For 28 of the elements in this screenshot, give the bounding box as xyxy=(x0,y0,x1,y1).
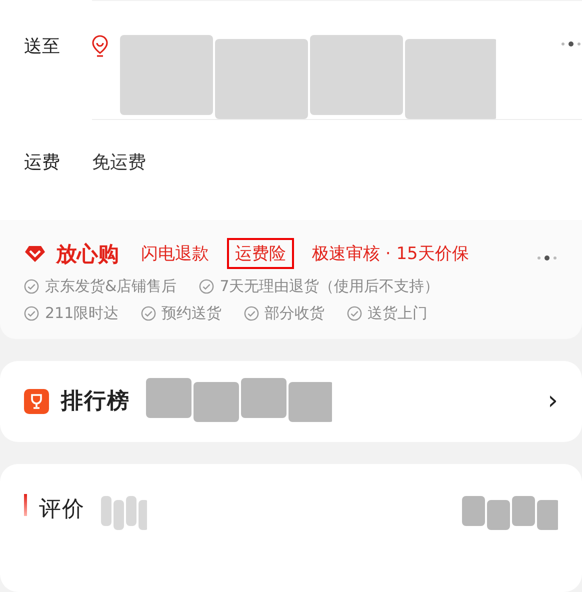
check-circle-icon xyxy=(198,279,214,294)
shipping-value: 免运费 xyxy=(92,151,146,174)
more-icon[interactable] xyxy=(560,41,582,47)
brand-title: 放心购 xyxy=(56,240,119,268)
ranking-title: 排行榜 xyxy=(61,388,130,416)
service-tag: 极速审核 · 15天价保 xyxy=(304,238,477,269)
feature-text: 京东发货&店铺售后 xyxy=(45,277,177,296)
shipping-label: 运费 xyxy=(24,151,61,174)
delivery-label: 送至 xyxy=(24,35,61,58)
feature-text: 送货上门 xyxy=(368,304,428,323)
reviews-title: 评价 xyxy=(39,496,85,524)
location-pin-icon xyxy=(92,35,108,57)
check-circle-icon xyxy=(24,279,39,294)
feature-text: 211限时达 xyxy=(45,304,119,323)
feature-text: 7天无理由退货（使用后不支持） xyxy=(220,277,440,296)
feature-text: 部分收货 xyxy=(264,304,325,323)
check-circle-icon xyxy=(140,306,156,321)
check-circle-icon xyxy=(24,306,39,321)
feature-text: 预约送货 xyxy=(162,304,222,323)
section-marker xyxy=(24,494,27,516)
heart-diamond-icon xyxy=(24,244,46,262)
trophy-icon xyxy=(24,388,49,414)
more-icon[interactable] xyxy=(536,254,558,260)
check-circle-icon xyxy=(244,306,259,321)
check-circle-icon xyxy=(346,306,362,321)
service-tag: 运费险 xyxy=(227,238,294,269)
service-tag: 闪电退款 xyxy=(133,238,217,269)
chevron[interactable]: › xyxy=(548,386,558,416)
